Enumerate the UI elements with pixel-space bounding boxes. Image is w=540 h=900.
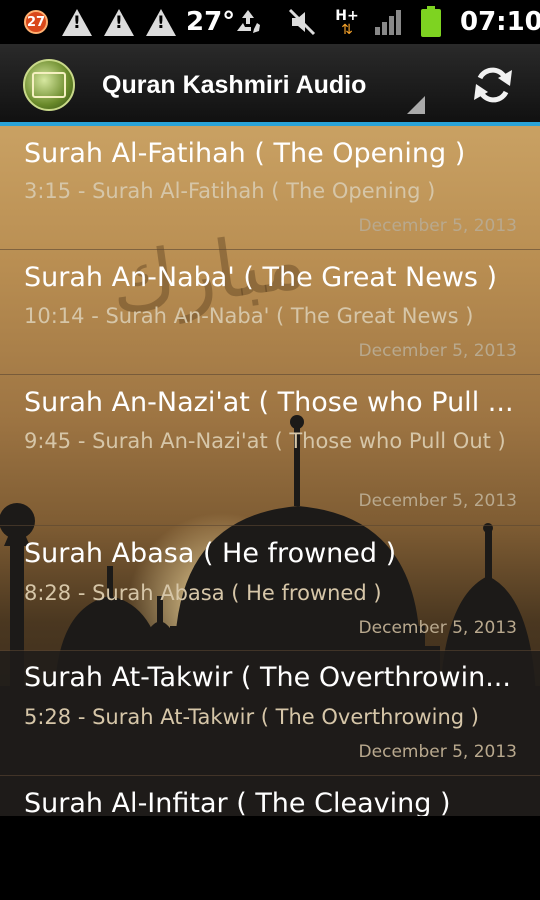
bottom-area bbox=[0, 816, 540, 900]
surah-date: December 5, 2013 bbox=[358, 341, 517, 361]
network-type-icon: H+ ⇅ bbox=[335, 8, 359, 38]
surah-subtitle: 9:45 - Surah An-Nazi'at ( Those who Pull… bbox=[24, 429, 506, 453]
surah-title: Surah Al-Fatihah ( The Opening ) bbox=[24, 138, 466, 169]
surah-date: December 5, 2013 bbox=[358, 742, 517, 762]
surah-title: Surah Abasa ( He frowned ) bbox=[24, 538, 397, 569]
surah-title: Surah Al-Infitar ( The Cleaving ) bbox=[24, 788, 451, 816]
recycle-icon bbox=[232, 6, 264, 38]
notification-count: 27 bbox=[24, 10, 48, 34]
surah-subtitle: 10:14 - Surah An-Naba' ( The Great News … bbox=[24, 304, 474, 328]
dropdown-triangle-icon[interactable] bbox=[407, 96, 425, 114]
quran-logo-icon[interactable] bbox=[23, 59, 75, 111]
surah-title: Surah An-Nazi'at ( Those who Pull ... bbox=[24, 387, 514, 418]
warning-icon bbox=[146, 6, 176, 38]
warning-icon bbox=[62, 6, 92, 38]
clock: 07:10 bbox=[460, 7, 540, 37]
list-item[interactable]: Surah Al-Fatihah ( The Opening ) 3:15 - … bbox=[0, 126, 540, 250]
status-bar: 27 27° H+ ⇅ 07:10 bbox=[0, 0, 540, 44]
surah-subtitle: 3:15 - Surah Al-Fatihah ( The Opening ) bbox=[24, 179, 436, 203]
list-item[interactable]: Surah An-Naba' ( The Great News ) 10:14 … bbox=[0, 250, 540, 375]
surah-date: December 5, 2013 bbox=[358, 216, 517, 236]
surah-title: Surah At-Takwir ( The Overthrowin... bbox=[24, 662, 511, 693]
list-item[interactable]: Surah Al-Infitar ( The Cleaving ) bbox=[0, 776, 540, 816]
surah-subtitle: 8:28 - Surah Abasa ( He frowned ) bbox=[24, 581, 382, 605]
surah-subtitle: 5:28 - Surah At-Takwir ( The Overthrowin… bbox=[24, 705, 479, 729]
list-item[interactable]: Surah Abasa ( He frowned ) 8:28 - Surah … bbox=[0, 526, 540, 651]
surah-date: December 5, 2013 bbox=[358, 491, 517, 511]
surah-date: December 5, 2013 bbox=[358, 618, 517, 638]
signal-icon bbox=[372, 6, 406, 38]
mute-icon bbox=[286, 6, 318, 38]
app-title[interactable]: Quran Kashmiri Audio bbox=[102, 68, 380, 102]
temperature-text: 27° bbox=[186, 7, 236, 37]
list-item[interactable]: Surah An-Nazi'at ( Those who Pull ... 9:… bbox=[0, 375, 540, 526]
warning-icon bbox=[104, 6, 134, 38]
refresh-icon bbox=[474, 67, 512, 103]
battery-icon bbox=[418, 6, 444, 38]
surah-title: Surah An-Naba' ( The Great News ) bbox=[24, 262, 498, 293]
surah-list[interactable]: ﻣﺒﺎﺭﻙ Surah Al-Fatihah (The Opening) 3… bbox=[0, 126, 540, 816]
notification-badge-icon: 27 bbox=[24, 6, 48, 38]
refresh-button[interactable] bbox=[468, 62, 518, 108]
list-item[interactable]: Surah At-Takwir ( The Overthrowin... 5:2… bbox=[0, 651, 540, 776]
